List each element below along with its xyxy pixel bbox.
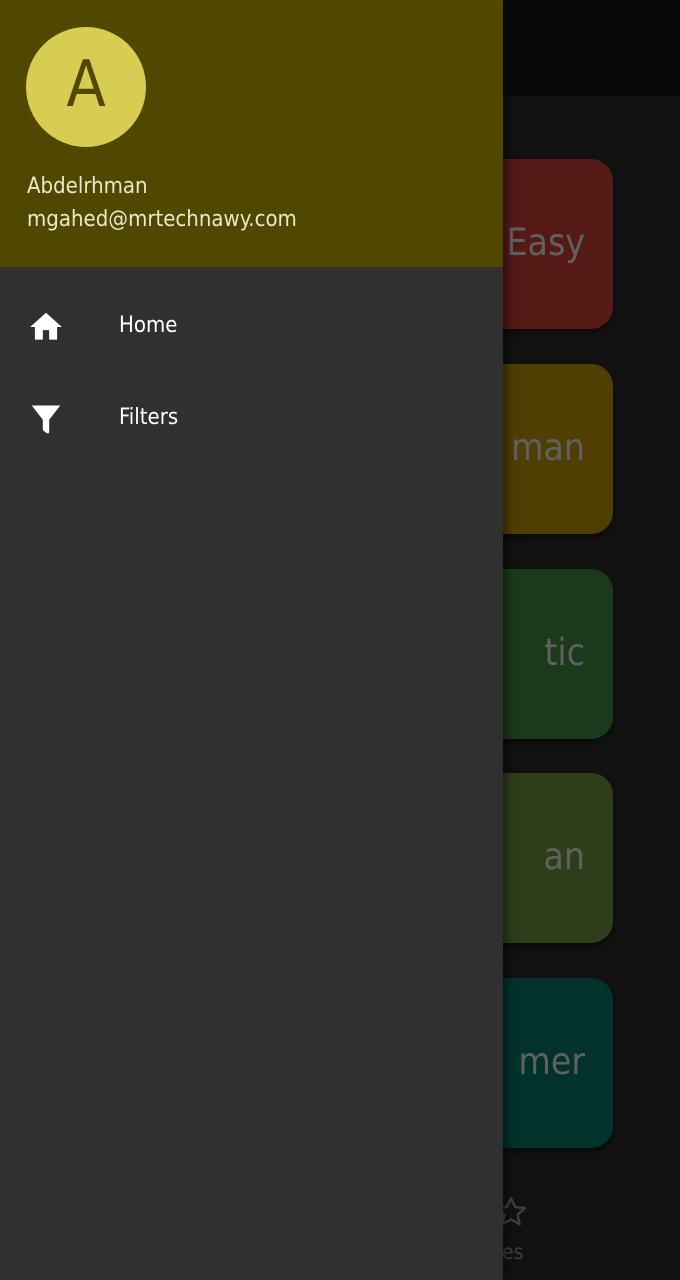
avatar-initial: A <box>66 48 106 122</box>
drawer-item-label: Filters <box>119 405 179 430</box>
account-name: Abdelrhman <box>27 174 148 199</box>
drawer-item-label: Home <box>119 313 178 338</box>
navigation-drawer: A Abdelrhman mgahed@mrtechnawy.com Home … <box>0 0 503 1280</box>
drawer-item-home[interactable]: Home <box>0 282 503 372</box>
filter-icon <box>31 405 61 434</box>
home-icon <box>30 312 62 340</box>
drawer-item-filters[interactable]: Filters <box>0 374 503 464</box>
account-email: mgahed@mrtechnawy.com <box>27 207 297 232</box>
avatar[interactable]: A <box>26 27 146 147</box>
screen: Easy man tic an mer orites A Abdelrhman … <box>0 0 680 1280</box>
drawer-header: A Abdelrhman mgahed@mrtechnawy.com <box>0 0 503 267</box>
